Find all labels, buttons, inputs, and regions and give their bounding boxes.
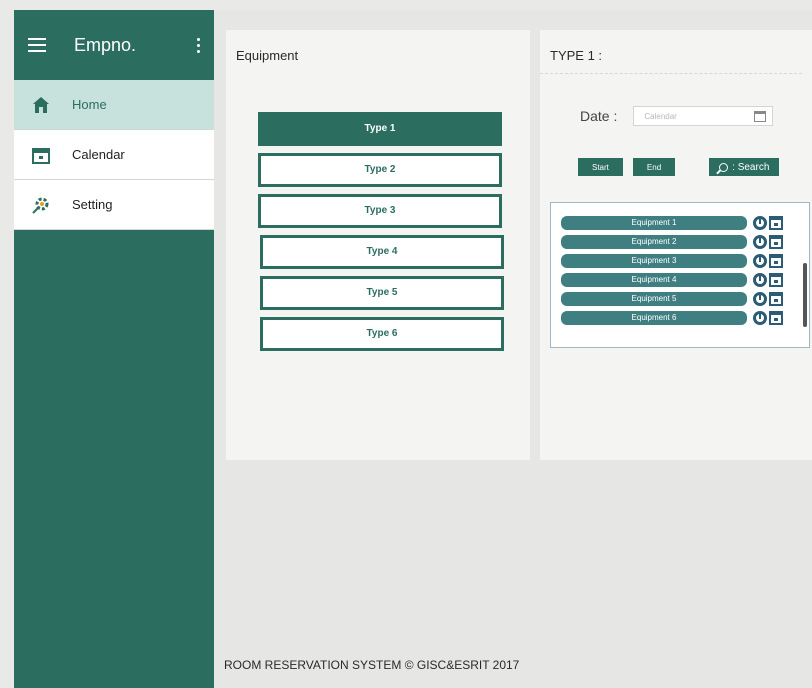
calendar-icon[interactable] [769,310,783,325]
sidebar: Empno. Home Calendar Setting [14,10,214,688]
type-button[interactable]: Type 4 [260,235,504,269]
search-icon [719,162,729,172]
date-row: Date : Calendar [580,106,774,126]
settings-icon [30,194,52,216]
search-label: : Search [732,161,770,173]
clock-icon[interactable] [753,272,767,287]
list-item: Equipment 3 [561,251,805,270]
clock-icon[interactable] [753,291,767,306]
type-button[interactable]: Type 1 [258,112,502,146]
home-icon [30,94,52,116]
sidebar-item-setting[interactable]: Setting [14,180,214,230]
search-button[interactable]: : Search [709,158,780,176]
clock-icon[interactable] [753,253,767,268]
start-button[interactable]: Start [578,158,623,176]
clock-icon[interactable] [753,234,767,249]
action-row: Start End : Search [578,158,789,176]
app-title: Empno. [74,34,137,55]
sidebar-item-label: Home [72,97,107,112]
equipment-button[interactable]: Equipment 3 [561,253,747,268]
detail-panel: TYPE 1 : Date : Calendar Start End : Sea… [540,30,812,460]
footer: ROOM RESERVATION SYSTEM © GISC&ESRIT 201… [224,658,520,672]
equipment-button[interactable]: Equipment 2 [561,234,747,249]
sidebar-header: Empno. [14,10,214,80]
type-list: Type 1 Type 2 Type 3 Type 4 Type 5 Type … [258,112,504,358]
clock-icon[interactable] [753,215,767,230]
clock-icon[interactable] [753,310,767,325]
calendar-icon[interactable] [769,215,783,230]
list-item: Equipment 5 [561,289,805,308]
type-button[interactable]: Type 5 [260,276,504,310]
scrollbar[interactable] [803,263,807,327]
equipment-list: Equipment 1 Equipment 2 Equipment 3 Equi… [561,213,805,327]
more-options-icon[interactable] [197,38,200,53]
calendar-icon[interactable] [769,291,783,306]
sidebar-item-calendar[interactable]: Calendar [14,130,214,180]
list-item: Equipment 2 [561,232,805,251]
type-button[interactable]: Type 6 [260,317,504,351]
calendar-icon[interactable] [769,272,783,287]
menu-icon[interactable] [28,38,46,52]
equipment-button[interactable]: Equipment 5 [561,291,747,306]
panel-title: TYPE 1 : [540,30,802,74]
equipment-button[interactable]: Equipment 4 [561,272,747,287]
list-item: Equipment 4 [561,270,805,289]
type-button[interactable]: Type 3 [258,194,502,228]
list-item: Equipment 6 [561,308,805,327]
equipment-button[interactable]: Equipment 1 [561,215,747,230]
end-button[interactable]: End [632,158,676,176]
equipment-button[interactable]: Equipment 6 [561,310,747,325]
list-item: Equipment 1 [561,213,805,232]
main-content: Equipment Type 1 Type 2 Type 3 Type 4 Ty… [214,10,812,688]
calendar-input[interactable]: Calendar [633,106,774,126]
calendar-icon[interactable] [769,234,783,249]
equipment-list-box: Equipment 1 Equipment 2 Equipment 3 Equi… [550,202,810,348]
calendar-icon [30,144,52,166]
type-button[interactable]: Type 2 [258,153,502,187]
calendar-icon[interactable] [769,253,783,268]
equipment-panel: Equipment Type 1 Type 2 Type 3 Type 4 Ty… [226,30,530,460]
sidebar-item-home[interactable]: Home [14,80,214,130]
panel-title: Equipment [236,48,299,63]
calendar-placeholder: Calendar [644,111,677,121]
sidebar-item-label: Setting [72,197,113,212]
calendar-icon[interactable] [754,110,767,122]
sidebar-item-label: Calendar [72,147,125,162]
date-label: Date : [580,108,618,124]
